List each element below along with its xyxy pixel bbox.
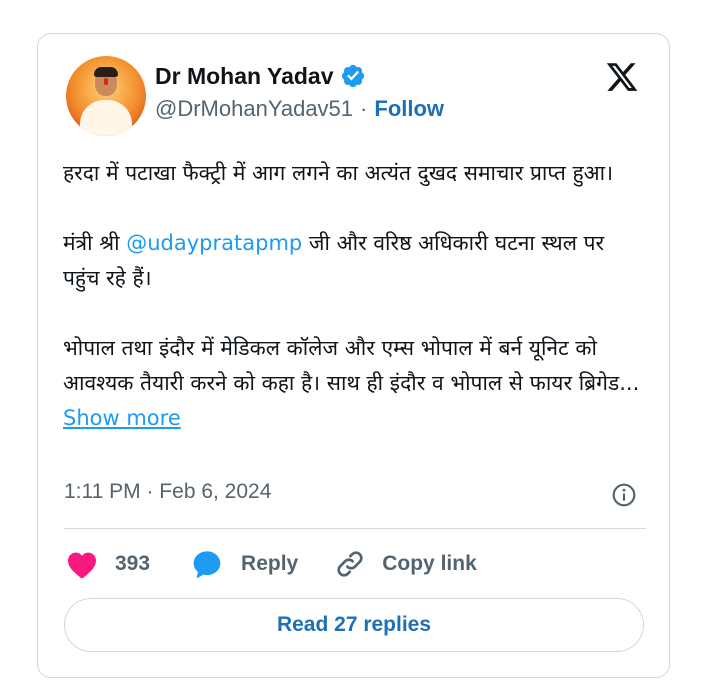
author-handle-row: @DrMohanYadav51 · Follow bbox=[155, 96, 444, 122]
show-more-link[interactable]: Show more bbox=[63, 406, 181, 430]
copy-link-label: Copy link bbox=[382, 552, 477, 575]
divider bbox=[64, 528, 646, 529]
handle-separator: · bbox=[360, 96, 368, 121]
follow-button[interactable]: Follow bbox=[374, 96, 444, 122]
like-count: 393 bbox=[115, 552, 151, 575]
avatar-hair bbox=[94, 67, 118, 77]
tweet-paragraph-1: हरदा में पटाखा फैक्ट्री में आग लगने का अ… bbox=[63, 161, 614, 185]
read-replies-button[interactable]: Read 27 replies bbox=[64, 598, 644, 652]
author-name-row: Dr Mohan Yadav bbox=[155, 61, 366, 91]
verified-badge-icon bbox=[341, 64, 364, 88]
tweet-paragraph-3: भोपाल तथा इंदौर में मेडिकल कॉलेज और एम्स… bbox=[63, 331, 643, 436]
reply-action[interactable]: Reply bbox=[190, 548, 298, 580]
avatar-body bbox=[80, 100, 132, 136]
x-logo-icon[interactable] bbox=[604, 60, 640, 94]
tweet-timestamp[interactable]: 1:11 PM · Feb 6, 2024 bbox=[64, 480, 271, 504]
embedded-tweet-card: Dr Mohan Yadav @DrMohanYadav51 · Follow … bbox=[37, 33, 670, 678]
action-bar: 393 Reply Copy link bbox=[66, 546, 477, 582]
para2-text-before: मंत्री श्री bbox=[63, 231, 127, 255]
avatar-tilak bbox=[104, 78, 108, 85]
tweet-paragraph-2: मंत्री श्री @udaypratapmp जी और वरिष्ठ अ… bbox=[63, 226, 643, 296]
copy-link-action[interactable]: Copy link bbox=[334, 548, 477, 580]
para3-text: भोपाल तथा इंदौर में मेडिकल कॉलेज और एम्स… bbox=[63, 336, 640, 395]
info-icon[interactable] bbox=[611, 482, 637, 508]
author-handle[interactable]: @DrMohanYadav51 bbox=[155, 96, 353, 122]
like-action[interactable]: 393 bbox=[66, 549, 150, 579]
author-name[interactable]: Dr Mohan Yadav bbox=[155, 63, 334, 90]
link-icon bbox=[337, 551, 363, 577]
tweet-text: हरदा में पटाखा फैक्ट्री में आग लगने का अ… bbox=[63, 156, 643, 436]
reply-label: Reply bbox=[241, 552, 299, 575]
mention-link[interactable]: @udaypratapmp bbox=[126, 231, 302, 255]
heart-icon bbox=[68, 552, 96, 579]
reply-bubble-icon bbox=[193, 551, 221, 578]
avatar[interactable] bbox=[66, 56, 146, 136]
